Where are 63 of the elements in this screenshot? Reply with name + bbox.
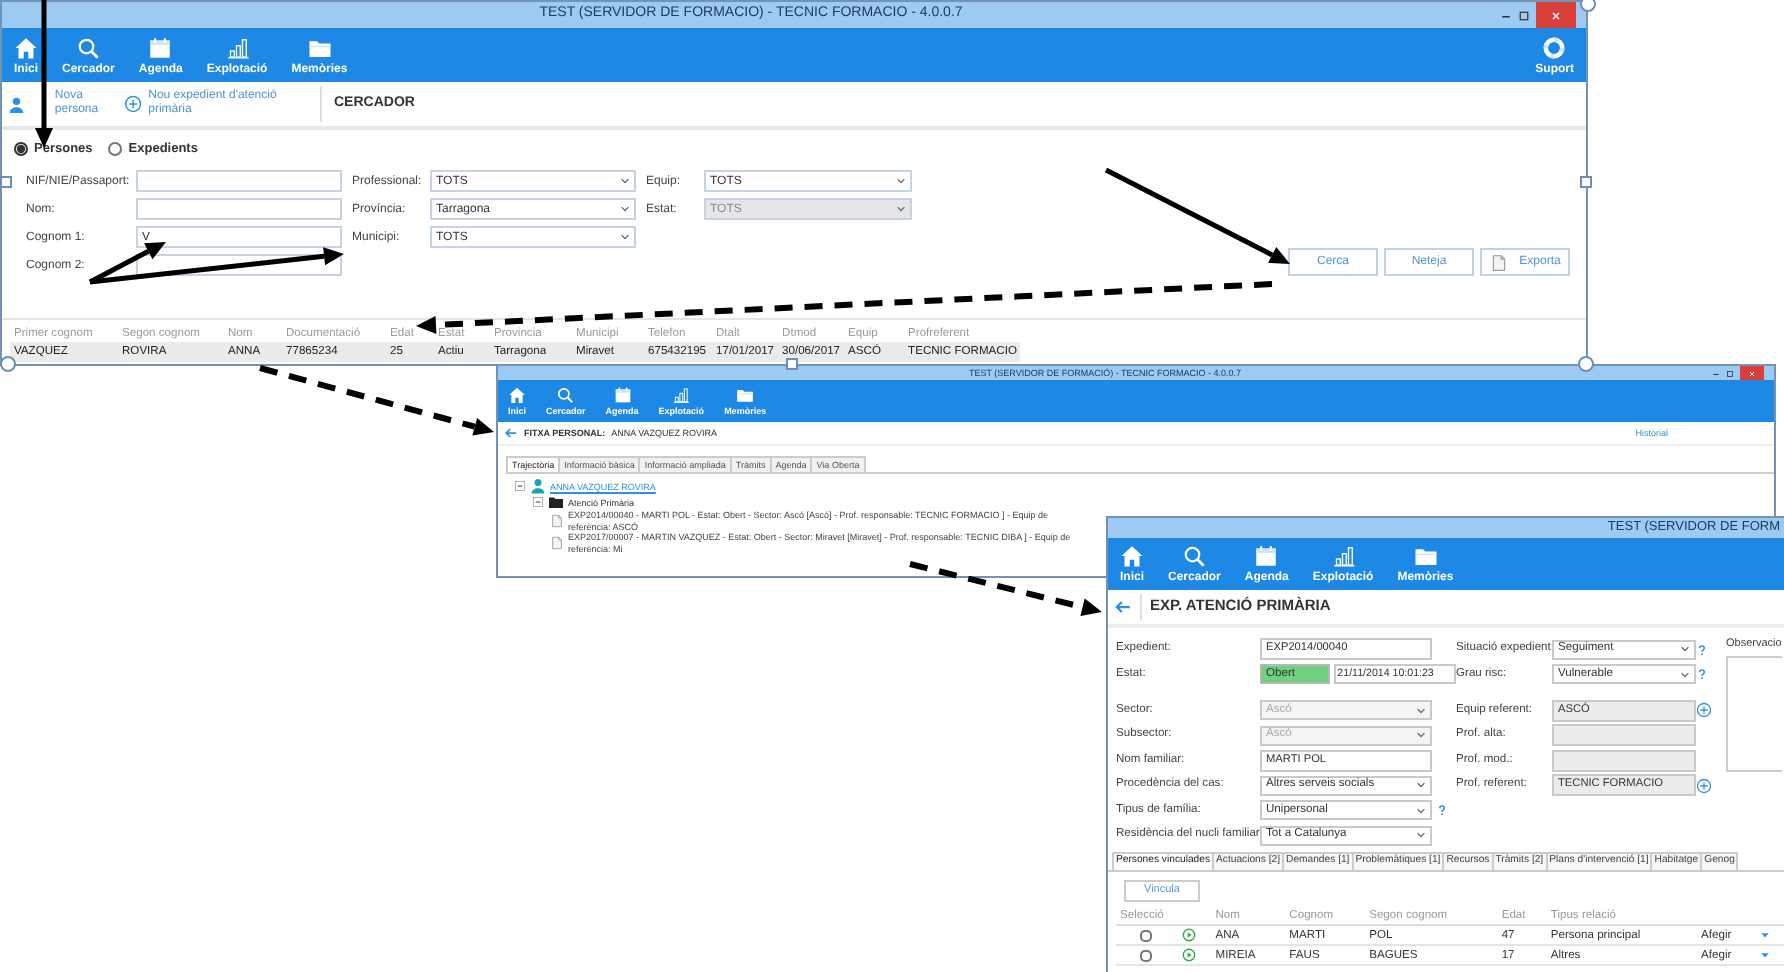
close-icon xyxy=(1550,9,1562,21)
bar-chart-icon xyxy=(1331,544,1356,568)
radio-button[interactable] xyxy=(14,142,28,157)
play-icon[interactable] xyxy=(1181,928,1196,942)
calendar-icon xyxy=(148,35,173,59)
add-icon xyxy=(124,94,143,114)
home-icon xyxy=(1120,544,1144,568)
collapse-icon[interactable] xyxy=(532,496,544,509)
caret-icon xyxy=(1680,644,1690,654)
caret-icon xyxy=(1416,730,1426,740)
person-icon xyxy=(530,478,546,495)
close-icon xyxy=(1748,369,1756,377)
help-icon[interactable] xyxy=(1696,668,1708,680)
search-icon xyxy=(556,385,575,404)
document-icon xyxy=(550,514,564,529)
calendar-icon xyxy=(613,385,632,404)
bar-chart-icon xyxy=(672,385,691,404)
close-button[interactable] xyxy=(1536,2,1576,28)
caret-icon xyxy=(620,232,630,243)
play-icon[interactable] xyxy=(1181,948,1196,962)
help-icon[interactable] xyxy=(1696,643,1708,655)
radio-button[interactable] xyxy=(108,142,123,157)
home-icon xyxy=(14,35,38,59)
resize-handle-icon[interactable] xyxy=(786,358,798,370)
person-icon xyxy=(8,93,25,115)
search-icon xyxy=(1182,544,1207,568)
caret-icon xyxy=(1416,705,1426,715)
caret-icon xyxy=(1416,805,1426,815)
caret-icon xyxy=(896,204,906,215)
resize-handle-icon[interactable] xyxy=(1580,176,1592,188)
folder-icon xyxy=(307,35,332,59)
notes-field[interactable] xyxy=(1726,656,1782,773)
checkbox[interactable] xyxy=(1140,929,1152,942)
caret-icon xyxy=(620,204,630,215)
folder-icon xyxy=(548,494,564,511)
resize-handle-icon[interactable] xyxy=(1580,0,1596,12)
maximize-icon xyxy=(1726,369,1734,377)
maximize-icon xyxy=(1518,9,1530,21)
back-arrow-icon[interactable] xyxy=(1114,598,1132,616)
help-icon[interactable] xyxy=(1436,804,1448,816)
caret-icon xyxy=(896,176,906,187)
text-field[interactable] xyxy=(136,170,342,193)
text-field[interactable] xyxy=(136,198,342,221)
folder-icon xyxy=(736,385,755,404)
caret-icon xyxy=(1416,780,1426,790)
caret-icon xyxy=(1416,830,1426,840)
close-button[interactable] xyxy=(1740,366,1764,380)
collapse-icon[interactable] xyxy=(514,480,526,493)
checkbox[interactable] xyxy=(1140,949,1152,962)
folder-icon xyxy=(1413,544,1438,568)
caret-icon xyxy=(620,176,630,187)
document-icon xyxy=(550,536,564,551)
caret-icon xyxy=(1680,669,1690,679)
document-icon xyxy=(1489,253,1508,272)
back-arrow-icon[interactable] xyxy=(504,426,518,440)
resize-handle-icon[interactable] xyxy=(0,356,16,372)
resize-handle-icon[interactable] xyxy=(0,176,12,188)
calendar-icon xyxy=(1254,544,1279,568)
lifebuoy-icon xyxy=(1542,35,1567,59)
search-icon xyxy=(76,35,101,59)
home-icon xyxy=(508,385,526,404)
resize-handle-icon[interactable] xyxy=(1578,356,1594,372)
bar-chart-icon xyxy=(225,35,250,59)
